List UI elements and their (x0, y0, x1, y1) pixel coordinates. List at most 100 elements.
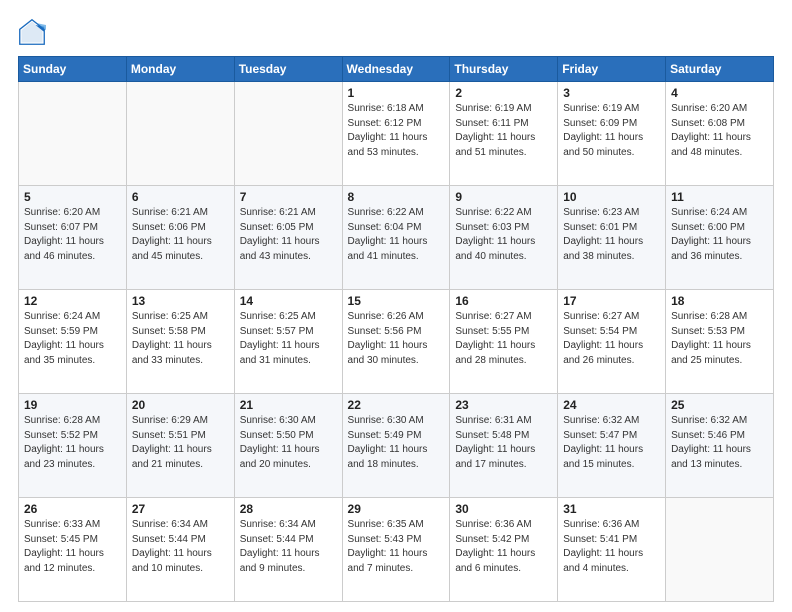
day-info: Sunrise: 6:34 AM Sunset: 5:44 PM Dayligh… (132, 518, 229, 576)
day-number: 31 (563, 502, 660, 516)
day-number: 6 (132, 190, 229, 204)
day-info: Sunrise: 6:32 AM Sunset: 5:46 PM Dayligh… (671, 414, 768, 472)
week-row-1: 1Sunrise: 6:18 AM Sunset: 6:12 PM Daylig… (19, 82, 774, 186)
calendar-cell (666, 498, 774, 602)
calendar-cell: 12Sunrise: 6:24 AM Sunset: 5:59 PM Dayli… (19, 290, 127, 394)
weekday-header-saturday: Saturday (666, 57, 774, 82)
day-number: 27 (132, 502, 229, 516)
weekday-header-wednesday: Wednesday (342, 57, 450, 82)
calendar-cell: 6 Sunrise: 6:21 AM Sunset: 6:06 PM Daylig… (126, 186, 234, 290)
day-number: 19 (24, 398, 121, 412)
weekday-header-sunday: Sunday (19, 57, 127, 82)
day-info: Sunrise: 6:27 AM Sunset: 5:54 PM Dayligh… (563, 310, 660, 368)
day-info: Sunrise: 6:36 AM Sunset: 5:41 PM Dayligh… (563, 518, 660, 576)
calendar-cell (234, 82, 342, 186)
day-number: 29 (348, 502, 445, 516)
logo (18, 18, 50, 46)
calendar-cell: 20 Sunrise: 6:29 AM Sunset: 5:51 PM Dayli… (126, 394, 234, 498)
calendar-cell: 28Sunrise: 6:34 AM Sunset: 5:44 PM Dayli… (234, 498, 342, 602)
calendar-cell (19, 82, 127, 186)
week-row-4: 19 Sunrise: 6:28 AM Sunset: 5:52 PM Dayli… (19, 394, 774, 498)
calendar-cell: 5Sunrise: 6:20 AM Sunset: 6:07 PM Daylig… (19, 186, 127, 290)
day-number: 18 (671, 294, 768, 308)
day-info: Sunrise: 6:28 AM Sunset: 5:53 PM Dayligh… (671, 310, 768, 368)
day-number: 5 (24, 190, 121, 204)
day-number: 20 (132, 398, 229, 412)
calendar-cell: 21 Sunrise: 6:30 AM Sunset: 5:50 PM Dayli… (234, 394, 342, 498)
day-info: Sunrise: 6:30 AM Sunset: 5:50 PM Dayligh… (240, 414, 337, 472)
day-info: Sunrise: 6:33 AM Sunset: 5:45 PM Dayligh… (24, 518, 121, 576)
day-info: Sunrise: 6:22 AM Sunset: 6:04 PM Dayligh… (348, 206, 445, 264)
day-info: Sunrise: 6:19 AM Sunset: 6:09 PM Dayligh… (563, 102, 660, 160)
calendar-cell: 11 Sunrise: 6:24 AM Sunset: 6:00 PM Dayli… (666, 186, 774, 290)
day-info: Sunrise: 6:28 AM Sunset: 5:52 PM Dayligh… (24, 414, 121, 472)
calendar-cell: 13 Sunrise: 6:25 AM Sunset: 5:58 PM Dayli… (126, 290, 234, 394)
day-number: 17 (563, 294, 660, 308)
week-row-2: 5Sunrise: 6:20 AM Sunset: 6:07 PM Daylig… (19, 186, 774, 290)
day-info: Sunrise: 6:29 AM Sunset: 5:51 PM Dayligh… (132, 414, 229, 472)
day-info: Sunrise: 6:20 AM Sunset: 6:08 PM Dayligh… (671, 102, 768, 160)
calendar-cell: 15 Sunrise: 6:26 AM Sunset: 5:56 PM Dayli… (342, 290, 450, 394)
calendar-table: SundayMondayTuesdayWednesdayThursdayFrid… (18, 56, 774, 602)
day-number: 25 (671, 398, 768, 412)
calendar-cell: 19 Sunrise: 6:28 AM Sunset: 5:52 PM Dayli… (19, 394, 127, 498)
day-number: 13 (132, 294, 229, 308)
calendar-cell: 24 Sunrise: 6:32 AM Sunset: 5:47 PM Dayli… (558, 394, 666, 498)
calendar-cell: 1Sunrise: 6:18 AM Sunset: 6:12 PM Daylig… (342, 82, 450, 186)
day-info: Sunrise: 6:19 AM Sunset: 6:11 PM Dayligh… (455, 102, 552, 160)
day-number: 9 (455, 190, 552, 204)
header (18, 18, 774, 46)
weekday-header-monday: Monday (126, 57, 234, 82)
day-number: 14 (240, 294, 337, 308)
day-number: 28 (240, 502, 337, 516)
day-number: 10 (563, 190, 660, 204)
day-number: 1 (348, 86, 445, 100)
calendar-cell: 29Sunrise: 6:35 AM Sunset: 5:43 PM Dayli… (342, 498, 450, 602)
day-number: 12 (24, 294, 121, 308)
day-number: 24 (563, 398, 660, 412)
day-info: Sunrise: 6:25 AM Sunset: 5:58 PM Dayligh… (132, 310, 229, 368)
calendar-cell: 2Sunrise: 6:19 AM Sunset: 6:11 PM Daylig… (450, 82, 558, 186)
day-number: 21 (240, 398, 337, 412)
day-number: 23 (455, 398, 552, 412)
day-info: Sunrise: 6:21 AM Sunset: 6:06 PM Dayligh… (132, 206, 229, 264)
weekday-header-friday: Friday (558, 57, 666, 82)
day-number: 3 (563, 86, 660, 100)
calendar-cell: 23 Sunrise: 6:31 AM Sunset: 5:48 PM Dayli… (450, 394, 558, 498)
day-info: Sunrise: 6:25 AM Sunset: 5:57 PM Dayligh… (240, 310, 337, 368)
day-number: 16 (455, 294, 552, 308)
calendar-cell: 31 Sunrise: 6:36 AM Sunset: 5:41 PM Dayli… (558, 498, 666, 602)
day-number: 11 (671, 190, 768, 204)
calendar-cell: 14 Sunrise: 6:25 AM Sunset: 5:57 PM Dayli… (234, 290, 342, 394)
day-number: 4 (671, 86, 768, 100)
calendar-cell: 26 Sunrise: 6:33 AM Sunset: 5:45 PM Dayli… (19, 498, 127, 602)
day-number: 8 (348, 190, 445, 204)
day-number: 7 (240, 190, 337, 204)
day-info: Sunrise: 6:22 AM Sunset: 6:03 PM Dayligh… (455, 206, 552, 264)
calendar-cell: 10Sunrise: 6:23 AM Sunset: 6:01 PM Dayli… (558, 186, 666, 290)
day-info: Sunrise: 6:32 AM Sunset: 5:47 PM Dayligh… (563, 414, 660, 472)
day-info: Sunrise: 6:30 AM Sunset: 5:49 PM Dayligh… (348, 414, 445, 472)
day-number: 22 (348, 398, 445, 412)
calendar-cell: 7Sunrise: 6:21 AM Sunset: 6:05 PM Daylig… (234, 186, 342, 290)
day-info: Sunrise: 6:31 AM Sunset: 5:48 PM Dayligh… (455, 414, 552, 472)
day-info: Sunrise: 6:24 AM Sunset: 6:00 PM Dayligh… (671, 206, 768, 264)
week-row-5: 26 Sunrise: 6:33 AM Sunset: 5:45 PM Dayli… (19, 498, 774, 602)
calendar-cell: 9 Sunrise: 6:22 AM Sunset: 6:03 PM Daylig… (450, 186, 558, 290)
day-number: 26 (24, 502, 121, 516)
day-info: Sunrise: 6:36 AM Sunset: 5:42 PM Dayligh… (455, 518, 552, 576)
calendar-cell: 22 Sunrise: 6:30 AM Sunset: 5:49 PM Dayli… (342, 394, 450, 498)
calendar-page: SundayMondayTuesdayWednesdayThursdayFrid… (0, 0, 792, 612)
day-number: 15 (348, 294, 445, 308)
weekday-header-thursday: Thursday (450, 57, 558, 82)
calendar-cell: 8 Sunrise: 6:22 AM Sunset: 6:04 PM Daylig… (342, 186, 450, 290)
week-row-3: 12Sunrise: 6:24 AM Sunset: 5:59 PM Dayli… (19, 290, 774, 394)
calendar-cell: 30 Sunrise: 6:36 AM Sunset: 5:42 PM Dayli… (450, 498, 558, 602)
calendar-cell: 27 Sunrise: 6:34 AM Sunset: 5:44 PM Dayli… (126, 498, 234, 602)
weekday-header-row: SundayMondayTuesdayWednesdayThursdayFrid… (19, 57, 774, 82)
calendar-cell: 3 Sunrise: 6:19 AM Sunset: 6:09 PM Daylig… (558, 82, 666, 186)
calendar-cell: 16Sunrise: 6:27 AM Sunset: 5:55 PM Dayli… (450, 290, 558, 394)
day-info: Sunrise: 6:26 AM Sunset: 5:56 PM Dayligh… (348, 310, 445, 368)
calendar-cell: 18 Sunrise: 6:28 AM Sunset: 5:53 PM Dayli… (666, 290, 774, 394)
day-number: 30 (455, 502, 552, 516)
